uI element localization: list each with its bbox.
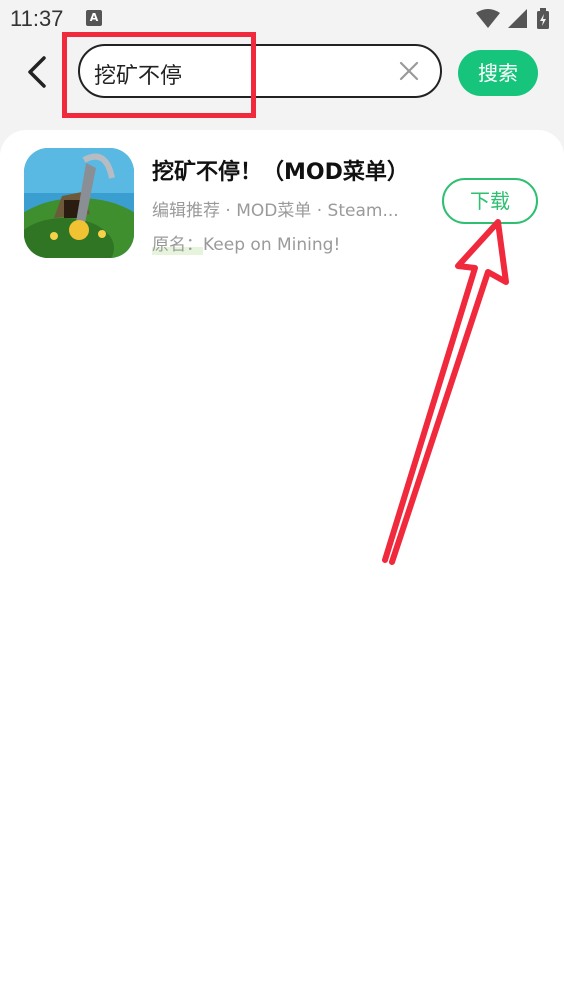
system-icons xyxy=(476,8,550,30)
app-title[interactable]: 挖矿不停！（MOD菜单） xyxy=(152,154,409,186)
original-name-label: 原名： xyxy=(152,235,203,255)
result-card: 挖矿不停！（MOD菜单） 编辑推荐 · MOD菜单 · Steam... 原名：… xyxy=(0,130,564,1004)
clear-icon[interactable] xyxy=(398,60,420,82)
app-original-name: 原名：Keep on Mining! xyxy=(152,230,340,255)
search-button[interactable]: 搜索 xyxy=(458,50,538,96)
search-header: 挖矿不停 搜索 xyxy=(0,36,564,118)
status-time: 11:37 xyxy=(10,6,64,31)
search-query: 挖矿不停 xyxy=(94,64,183,89)
back-arrow-icon[interactable] xyxy=(22,52,54,92)
app-icon[interactable] xyxy=(24,148,134,258)
original-name-value: Keep on Mining! xyxy=(203,235,341,255)
signal-icon xyxy=(508,9,527,28)
search-input[interactable]: 挖矿不停 xyxy=(78,44,442,98)
battery-icon xyxy=(537,8,549,29)
notification-icon: A xyxy=(86,10,102,26)
status-bar: 11:37 A xyxy=(0,0,564,36)
app-icon-artwork xyxy=(24,148,134,258)
download-button[interactable]: 下载 xyxy=(442,178,538,224)
app-subtitle: 编辑推荐 · MOD菜单 · Steam... xyxy=(152,201,399,221)
wifi-icon xyxy=(476,9,500,28)
